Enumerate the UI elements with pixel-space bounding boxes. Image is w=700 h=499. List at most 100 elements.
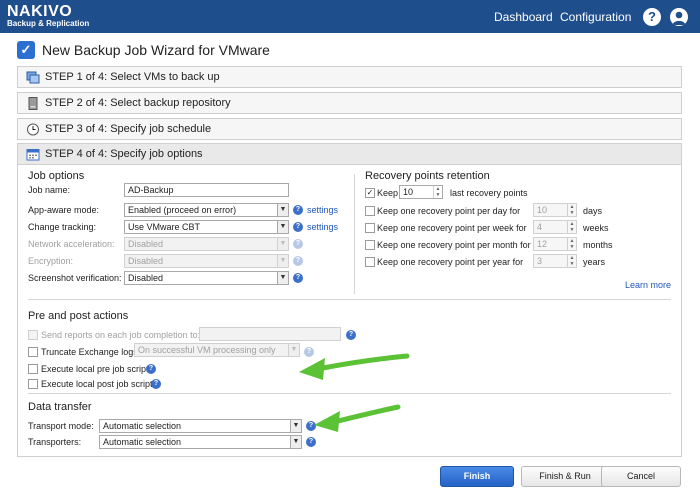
help-icon[interactable]: ? (346, 330, 356, 340)
day-label: Keep one recovery point per day for (377, 206, 521, 216)
app-aware-select[interactable]: Enabled (proceed on error) ▼ (124, 203, 289, 217)
chevron-down-icon: ▼ (290, 420, 301, 432)
keep-checkbox[interactable]: ✓ (365, 188, 375, 198)
pre-script-checkbox[interactable] (28, 364, 38, 374)
screenshot-verification-value: Disabled (128, 273, 164, 283)
job-name-input[interactable]: AD-Backup (124, 183, 289, 197)
clock-icon (26, 123, 40, 136)
year-stepper[interactable]: 3 ▲ ▼ (533, 254, 577, 268)
transport-mode-label: Transport mode: (28, 421, 94, 431)
transporters-select[interactable]: Automatic selection ▼ (99, 435, 302, 449)
week-label: Keep one recovery point per week for (377, 223, 527, 233)
month-checkbox[interactable] (365, 240, 375, 250)
day-checkbox[interactable] (365, 206, 375, 216)
logo[interactable]: NAKIVO Backup & Replication (7, 3, 90, 29)
day-stepper[interactable]: 10 ▲ ▼ (533, 203, 577, 217)
keep-suffix: last recovery points (450, 188, 528, 198)
pre-script-label: Execute local pre job script (41, 364, 149, 374)
month-value: 12 (537, 239, 548, 249)
year-unit: years (583, 257, 606, 267)
week-value: 4 (537, 222, 543, 232)
send-reports-input[interactable] (199, 327, 341, 341)
screenshot-verification-label: Screenshot verification: (28, 273, 122, 283)
month-stepper[interactable]: 12 ▲ ▼ (533, 237, 577, 251)
chevron-down-icon: ▼ (277, 204, 288, 216)
help-icon[interactable]: ? (151, 379, 161, 389)
step-1[interactable]: STEP 1 of 4: Select VMs to back up (17, 66, 682, 88)
change-tracking-value: Use VMware CBT (128, 222, 201, 232)
app-aware-value: Enabled (proceed on error) (128, 205, 237, 215)
help-icon[interactable]: ? (293, 205, 303, 215)
help-icon[interactable]: ? (293, 222, 303, 232)
year-label: Keep one recovery point per year for (377, 257, 524, 267)
encryption-label: Encryption: (28, 256, 74, 266)
step-3-label: STEP 3 of 4: Specify job schedule (45, 123, 212, 135)
help-icon[interactable]: ? (293, 256, 303, 266)
job-options-title: Job options (28, 170, 85, 182)
keep-value: 10 (403, 187, 414, 197)
post-script-checkbox[interactable] (28, 379, 38, 389)
data-transfer-title: Data transfer (28, 401, 92, 413)
chevron-down-icon: ▼ (277, 221, 288, 233)
month-unit: months (583, 240, 613, 250)
encryption-select[interactable]: Disabled ▼ (124, 254, 289, 268)
day-value: 10 (537, 205, 548, 215)
stepper-arrows-icon: ▲ ▼ (567, 204, 576, 216)
truncate-value: On successful VM processing only (138, 345, 276, 355)
week-checkbox[interactable] (365, 223, 375, 233)
transport-mode-value: Automatic selection (103, 421, 182, 431)
week-unit: weeks (583, 223, 609, 233)
change-tracking-settings-link[interactable]: settings (307, 222, 338, 232)
help-icon[interactable]: ? (293, 239, 303, 249)
column-divider (354, 174, 355, 294)
step-4-label: STEP 4 of 4: Specify job options (45, 148, 203, 160)
chevron-down-icon: ▼ (277, 272, 288, 284)
logo-text: NAKIVO (7, 3, 73, 20)
user-icon[interactable] (670, 8, 688, 26)
transport-mode-select[interactable]: Automatic selection ▼ (99, 419, 302, 433)
logo-subtitle: Backup & Replication (7, 19, 90, 28)
truncate-checkbox[interactable] (28, 347, 38, 357)
pre-post-title: Pre and post actions (28, 310, 129, 322)
help-icon[interactable]: ? (293, 273, 303, 283)
transporters-label: Transporters: (28, 437, 82, 447)
job-name-label: Job name: (28, 185, 71, 195)
app-aware-label: App-aware mode: (28, 205, 100, 215)
encryption-value: Disabled (128, 256, 164, 266)
help-icon[interactable]: ? (643, 8, 661, 26)
keep-label: Keep (377, 188, 399, 198)
step-3[interactable]: STEP 3 of 4: Specify job schedule (17, 118, 682, 140)
network-acceleration-select[interactable]: Disabled ▼ (124, 237, 289, 251)
chevron-down-icon: ▼ (277, 238, 288, 250)
day-unit: days (583, 206, 603, 216)
keep-stepper[interactable]: 10 ▲ ▼ (399, 185, 443, 199)
transporters-value: Automatic selection (103, 437, 182, 447)
cancel-button[interactable]: Cancel (601, 466, 681, 487)
send-reports-label: Send reports on each job completion to: (41, 330, 201, 340)
stepper-arrows-icon: ▲ ▼ (567, 255, 576, 267)
step-2[interactable]: STEP 2 of 4: Select backup repository (17, 92, 682, 114)
help-icon[interactable]: ? (146, 364, 156, 374)
wizard-title-text: New Backup Job Wizard for VMware (42, 42, 270, 58)
learn-more-link[interactable]: Learn more (625, 280, 671, 290)
year-checkbox[interactable] (365, 257, 375, 267)
truncate-select[interactable]: On successful VM processing only ▼ (134, 343, 300, 357)
finish-run-button[interactable]: Finish & Run (521, 466, 609, 487)
vm-list-icon (26, 71, 40, 84)
annotation-arrow-icon (314, 404, 401, 432)
finish-button[interactable]: Finish (440, 466, 514, 487)
nav-dashboard[interactable]: Dashboard (494, 10, 553, 24)
network-acceleration-label: Network acceleration: (28, 239, 115, 249)
change-tracking-select[interactable]: Use VMware CBT ▼ (124, 220, 289, 234)
week-stepper[interactable]: 4 ▲ ▼ (533, 220, 577, 234)
screenshot-verification-select[interactable]: Disabled ▼ (124, 271, 289, 285)
nav-configuration[interactable]: Configuration (560, 10, 631, 24)
send-reports-checkbox[interactable] (28, 330, 38, 340)
section-divider (28, 299, 671, 300)
calendar-icon (26, 148, 40, 161)
step-4[interactable]: STEP 4 of 4: Specify job options (17, 143, 682, 165)
help-icon[interactable]: ? (306, 437, 316, 447)
month-label: Keep one recovery point per month for (377, 240, 531, 250)
wizard-title: ✓ New Backup Job Wizard for VMware (17, 40, 270, 60)
app-aware-settings-link[interactable]: settings (307, 205, 338, 215)
